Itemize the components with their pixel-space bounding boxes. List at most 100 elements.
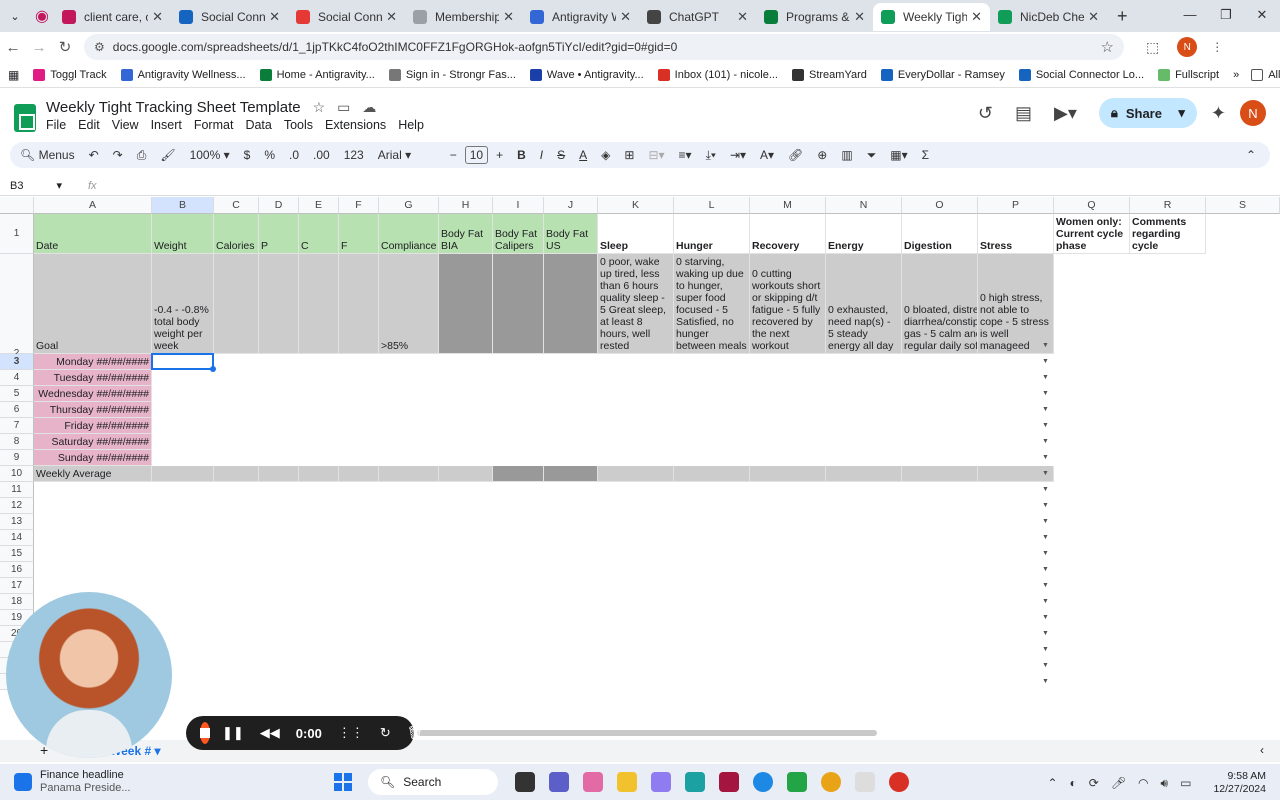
column-header-a[interactable]: A: [34, 197, 152, 214]
rewind-icon[interactable]: ◀◀: [260, 725, 280, 741]
cell-a3[interactable]: Monday ##/##/####: [34, 354, 152, 370]
row-header-9[interactable]: 9: [0, 450, 34, 466]
borders-icon[interactable]: ⊞: [624, 148, 634, 162]
cell-j2[interactable]: [544, 254, 598, 354]
comments-icon[interactable]: ▤: [1015, 103, 1032, 124]
meet-icon[interactable]: ▶▾: [1054, 103, 1077, 124]
column-header-e[interactable]: E: [299, 197, 339, 214]
show-hidden-icon[interactable]: ⌃: [1047, 776, 1057, 790]
column-header-g[interactable]: G: [379, 197, 439, 214]
font-select[interactable]: Arial ▾: [378, 148, 436, 162]
font-size-field[interactable]: 10: [464, 146, 489, 164]
cell-b10[interactable]: [152, 466, 214, 482]
cell-l10[interactable]: [674, 466, 750, 482]
vertical-align-icon[interactable]: ⤓▾: [706, 148, 716, 163]
insert-chart-icon[interactable]: ▥: [841, 148, 852, 162]
cell-m10[interactable]: [750, 466, 826, 482]
notes-app-icon[interactable]: [651, 772, 671, 792]
cell-b2[interactable]: -0.4 - -0.8% total body weight per week: [152, 254, 214, 354]
bold-icon[interactable]: B: [517, 148, 526, 162]
column-header-k[interactable]: K: [598, 197, 674, 214]
network-icon[interactable]: ◐: [1070, 776, 1077, 790]
bookmark-star-icon[interactable]: ☆: [1101, 38, 1114, 56]
menu-file[interactable]: File: [46, 118, 66, 132]
cell-a1[interactable]: Date: [34, 214, 152, 254]
cell-p2[interactable]: 0 high stress, not able to cope - 5 stre…: [978, 254, 1054, 354]
apps-icon[interactable]: ▦: [8, 68, 19, 82]
column-header-l[interactable]: L: [674, 197, 750, 214]
windows-start-icon[interactable]: [334, 773, 352, 791]
spreadsheet-grid[interactable]: ABCDEFGHIJKLMNOPQRS123456789101112131415…: [0, 197, 1280, 731]
menu-help[interactable]: Help: [398, 118, 424, 132]
insert-comment-icon[interactable]: ⊕: [817, 148, 827, 162]
browser-tab[interactable]: Programs & Co ✕: [756, 3, 873, 31]
row-header-15[interactable]: 15: [0, 546, 34, 562]
row-header-11[interactable]: 11: [0, 482, 34, 498]
account-avatar[interactable]: N: [1240, 100, 1266, 126]
zoom-select[interactable]: 100% ▾: [190, 148, 230, 162]
clock[interactable]: 9:58 AM 12/27/2024: [1213, 770, 1266, 796]
cell-d10[interactable]: [259, 466, 299, 482]
stop-record-button[interactable]: [200, 722, 210, 744]
row-header-13[interactable]: 13: [0, 514, 34, 530]
cell-l1[interactable]: Hunger: [674, 214, 750, 254]
cell-a8[interactable]: Saturday ##/##/####: [34, 434, 152, 450]
browser-tab[interactable]: client care, char ✕: [54, 3, 171, 31]
text-rotation-icon[interactable]: A▾: [760, 148, 774, 162]
name-box[interactable]: B3 ▾: [0, 179, 72, 192]
dropdown-arrow-icon[interactable]: ▼: [1042, 598, 1050, 606]
horizontal-scrollbar[interactable]: [417, 730, 877, 736]
reload-icon[interactable]: ↻: [52, 38, 78, 56]
bookmark-item[interactable]: Fullscript: [1158, 68, 1219, 81]
sheets-logo-icon[interactable]: [14, 104, 36, 132]
dropdown-arrow-icon[interactable]: ▼: [1042, 662, 1050, 670]
menu-edit[interactable]: Edit: [78, 118, 100, 132]
lx-app-icon[interactable]: [855, 772, 875, 792]
browser-tab[interactable]: NicDeb Check I✕: [990, 3, 1107, 31]
fill-color-icon[interactable]: ◈: [601, 148, 610, 162]
close-tab-icon[interactable]: ✕: [854, 9, 865, 25]
column-header-p[interactable]: P: [978, 197, 1054, 214]
functions-icon[interactable]: Σ: [922, 148, 929, 162]
cell-a2[interactable]: Goal: [34, 254, 152, 354]
column-header-i[interactable]: I: [493, 197, 544, 214]
column-header-q[interactable]: Q: [1054, 197, 1130, 214]
cell-e10[interactable]: [299, 466, 339, 482]
task-view-icon[interactable]: [515, 772, 535, 792]
close-tab-icon[interactable]: ✕: [386, 9, 397, 25]
cell-g10[interactable]: [379, 466, 439, 482]
dropdown-arrow-icon[interactable]: ▼: [1042, 630, 1050, 638]
more-icon[interactable]: ⋮: [1211, 40, 1223, 54]
cell-a4[interactable]: Tuesday ##/##/####: [34, 370, 152, 386]
dropdown-arrow-icon[interactable]: ▼: [1042, 678, 1050, 686]
close-tab-icon[interactable]: ✕: [620, 9, 631, 25]
cell-p1[interactable]: Stress: [978, 214, 1054, 254]
cell-a7[interactable]: Friday ##/##/####: [34, 418, 152, 434]
filter-views-icon[interactable]: ▦▾: [890, 148, 907, 162]
cloud-status-icon[interactable]: ☁: [362, 99, 376, 116]
restore-icon[interactable]: ❐: [1208, 0, 1244, 30]
restart-icon[interactable]: ↻: [380, 725, 391, 741]
close-tab-icon[interactable]: ✕: [152, 9, 163, 25]
cell-a9[interactable]: Sunday ##/##/####: [34, 450, 152, 466]
decrease-decimal-button[interactable]: .0: [289, 148, 299, 162]
dropdown-arrow-icon[interactable]: ▼: [1042, 470, 1050, 478]
cell-f10[interactable]: [339, 466, 379, 482]
explore-collapse-icon[interactable]: ‹: [1260, 743, 1264, 757]
close-tab-icon[interactable]: ✕: [503, 9, 514, 25]
cell-k1[interactable]: Sleep: [598, 214, 674, 254]
menu-tools[interactable]: Tools: [284, 118, 313, 132]
cell-j1[interactable]: Body Fat US: [544, 214, 598, 254]
row-header-4[interactable]: 4: [0, 370, 34, 386]
menus-search[interactable]: 🔍︎ Menus: [20, 148, 75, 162]
pause-icon[interactable]: ❚❚: [222, 725, 244, 741]
tab-search-icon[interactable]: ⌄: [0, 10, 30, 23]
dropdown-arrow-icon[interactable]: ▼: [1042, 358, 1050, 366]
row-header-3[interactable]: 3: [0, 354, 34, 370]
select-all-corner[interactable]: [0, 197, 34, 214]
undo-icon[interactable]: ↶: [89, 148, 99, 162]
browser-tab[interactable]: Social Connecto✕: [171, 3, 288, 31]
dropdown-arrow-icon[interactable]: ▼: [1042, 390, 1050, 398]
browser-tab[interactable]: Social Connecto✕: [288, 3, 405, 31]
profile-avatar[interactable]: N: [1177, 37, 1198, 57]
